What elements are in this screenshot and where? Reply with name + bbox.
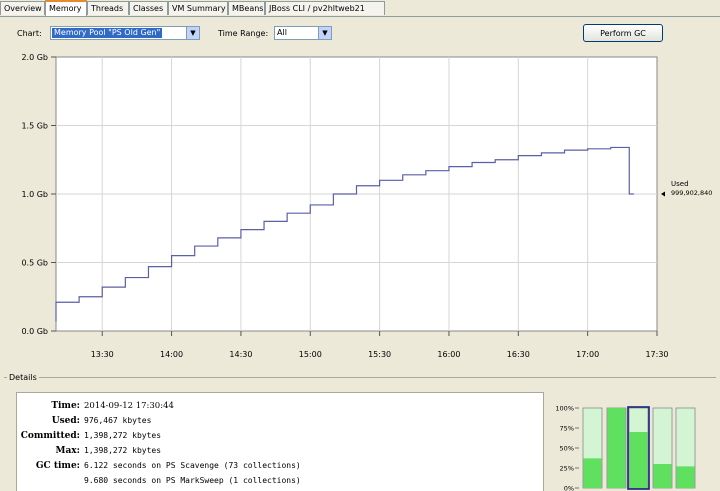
tab-bar: Overview Memory Threads Classes VM Summary MB… xyxy=(0,0,720,17)
memory-pool-bar-fill xyxy=(676,466,695,488)
current-value-number: 999,902,840 xyxy=(671,189,712,197)
bar-tick-label: 0% xyxy=(564,485,574,491)
memory-pool-bar-fill xyxy=(629,432,648,488)
current-value-marker xyxy=(661,191,665,197)
details-value: 976,467 kbytes xyxy=(84,416,152,425)
bar-tick-label: 100% xyxy=(555,405,574,413)
details-value: 6.122 seconds on PS Scavenge (73 collect… xyxy=(84,461,301,470)
memory-pool-bar[interactable] xyxy=(675,407,696,489)
x-tick-label: 14:00 xyxy=(160,350,183,359)
memory-pool-bar-fill xyxy=(583,458,602,488)
tab-threads[interactable]: Threads xyxy=(87,1,129,15)
details-key: Used: xyxy=(51,416,80,426)
x-tick-label: 16:30 xyxy=(507,350,530,359)
memory-pool-bar[interactable] xyxy=(652,407,673,489)
y-tick-label: 2.0 Gb xyxy=(21,53,48,62)
details-separator xyxy=(4,377,716,378)
details-value: 2014-09-12 17:30:44 xyxy=(84,401,174,411)
x-tick-label: 15:30 xyxy=(368,350,391,359)
current-value-label: Used xyxy=(671,180,689,188)
time-range-select-value: All xyxy=(277,28,287,37)
details-row: Time: 2014-09-12 17:30:44 xyxy=(17,401,537,415)
tab-jboss-cli-pv2hltweb21[interactable]: JBoss CLI / pv2hltweb21 xyxy=(265,1,385,15)
time-range-select[interactable]: All ▼ xyxy=(274,26,332,40)
bar-tick-label: 25% xyxy=(560,465,574,473)
memory-chart: 0.0 Gb 0.5 Gb 1.0 Gb 1.5 Gb 2.0 Gb 13:30 14:0… xyxy=(21,53,712,359)
details-value: 1,398,272 kbytes xyxy=(84,431,162,440)
memory-pool-bar[interactable] xyxy=(627,406,650,490)
x-tick-label: 15:00 xyxy=(299,350,322,359)
y-tick-label: 1.5 Gb xyxy=(21,122,48,131)
chart-select[interactable]: Memory Pool "PS Old Gen" ▼ xyxy=(50,26,200,40)
time-range-label: Time Range: xyxy=(218,29,269,38)
details-row: Committed: 1,398,272 kbytes xyxy=(17,431,537,445)
perform-gc-button[interactable]: Perform GC xyxy=(583,24,663,42)
details-panel: Time: 2014-09-12 17:30:44 Used: 976,467 kby… xyxy=(16,392,544,491)
details-key: Committed: xyxy=(20,431,80,441)
y-tick-label: 0.0 Gb xyxy=(21,327,48,336)
memory-pool-bar[interactable] xyxy=(606,407,627,489)
details-row: Used: 976,467 kbytes xyxy=(17,416,537,430)
memory-pool-bar[interactable] xyxy=(582,407,603,489)
y-tick-label: 1.0 Gb xyxy=(21,190,48,199)
memory-pool-bars: 100% 75% 50% 25% 0% xyxy=(555,405,696,491)
chevron-down-icon[interactable]: ▼ xyxy=(318,27,331,39)
bar-tick-label: 50% xyxy=(560,445,574,453)
details-value: 9.680 seconds on PS MarkSweep (1 collect… xyxy=(84,476,301,485)
details-value: 1,398,272 kbytes xyxy=(84,446,162,455)
tab-mbeans[interactable]: MBeans xyxy=(228,1,265,15)
x-axis: 13:30 14:00 14:30 15:00 15:30 16:00 16:30 17:00… xyxy=(91,331,669,359)
details-key: Time: xyxy=(51,401,80,411)
details-key: GC time: xyxy=(35,461,80,471)
y-tick-label: 0.5 Gb xyxy=(21,259,48,268)
tab-overview[interactable]: Overview xyxy=(0,1,45,15)
bar-tick-label: 75% xyxy=(560,425,574,433)
tab-vm-summary[interactable]: VM Summary xyxy=(168,1,228,15)
details-row: GC time: 6.122 seconds on PS Scavenge (73… xyxy=(17,461,537,475)
x-tick-label: 17:00 xyxy=(576,350,599,359)
x-tick-label: 14:30 xyxy=(229,350,252,359)
chart-label: Chart: xyxy=(17,29,42,38)
chart-select-value: Memory Pool "PS Old Gen" xyxy=(52,28,163,38)
x-tick-label: 16:00 xyxy=(437,350,460,359)
details-row: 9.680 seconds on PS MarkSweep (1 collect… xyxy=(17,476,537,490)
details-title: Details xyxy=(7,373,39,382)
memory-pool-bar-fill xyxy=(607,408,626,488)
memory-pool-bar-fill xyxy=(653,464,672,488)
details-row: Max: 1,398,272 kbytes xyxy=(17,446,537,460)
chevron-down-icon[interactable]: ▼ xyxy=(186,27,199,39)
x-tick-label: 17:30 xyxy=(645,350,668,359)
y-axis: 0.0 Gb 0.5 Gb 1.0 Gb 1.5 Gb 2.0 Gb xyxy=(21,53,56,336)
tab-classes[interactable]: Classes xyxy=(129,1,168,15)
details-key: Max: xyxy=(55,446,80,456)
tab-memory[interactable]: Memory xyxy=(45,0,87,16)
x-tick-label: 13:30 xyxy=(91,350,114,359)
